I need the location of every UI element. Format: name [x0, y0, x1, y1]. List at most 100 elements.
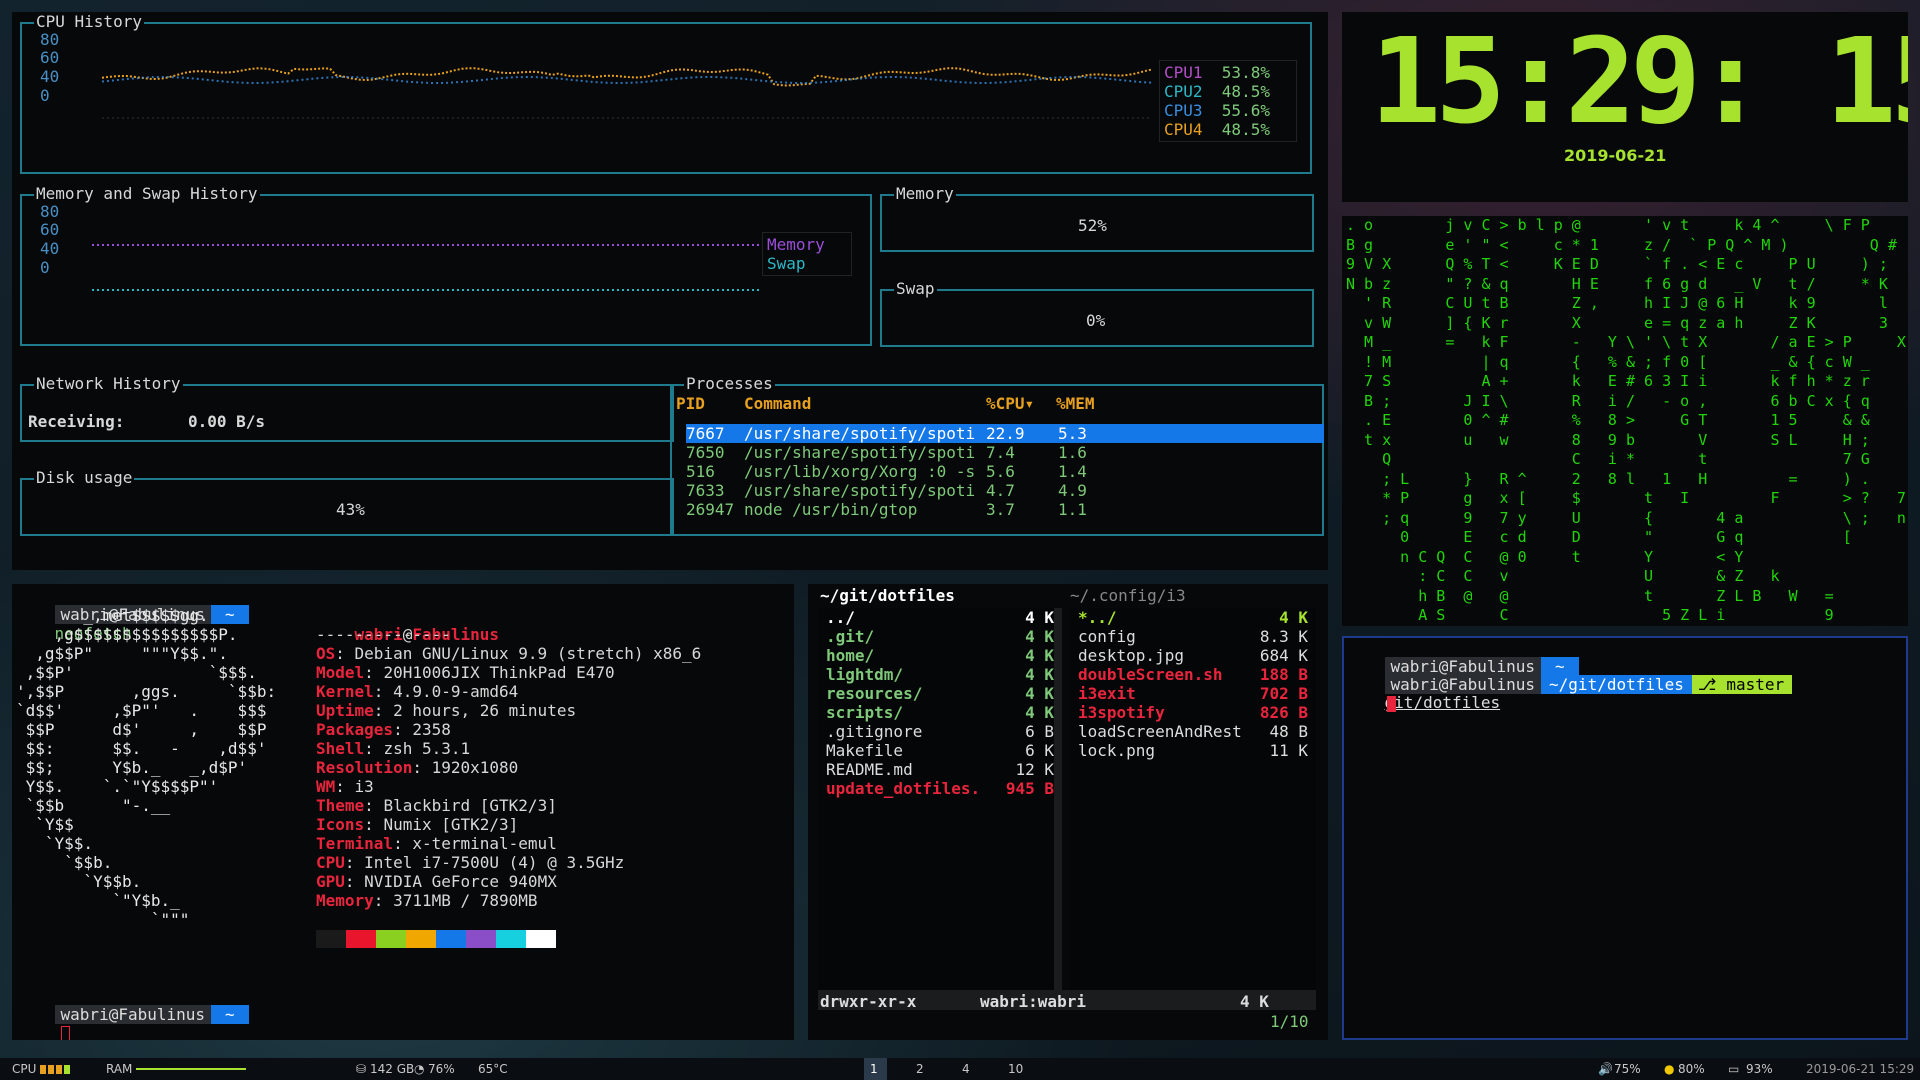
info-colon: :: [373, 891, 394, 910]
process-row[interactable]: 516/usr/lib/xorg/Xorg :0 -s 5.6 1.4: [686, 462, 1324, 481]
process-row[interactable]: 26947 node /usr/bin/gtop 3.7 1.1: [686, 500, 1324, 519]
process-mem: 5.3: [1058, 424, 1087, 443]
file-size: 6 B: [1025, 722, 1054, 741]
process-row[interactable]: 7667/usr/share/spotify/spoti 22.9 5.3: [686, 424, 1324, 443]
process-command: node /usr/bin/gtop: [744, 500, 918, 519]
info-key: Terminal: [316, 834, 394, 853]
cpu-legend-item: CPU2 48.5%: [1164, 82, 1292, 101]
process-cpu: 5.6: [986, 462, 1015, 481]
neofetch-terminal[interactable]: wabri@Fabulinus ~ neofetch _,met$$$$$gg. …: [12, 584, 794, 1040]
process-row[interactable]: 7650/usr/share/spotify/spoti 7.4 1.6: [686, 443, 1324, 462]
palette-swatch: [316, 930, 346, 948]
file-name: doubleScreen.sh: [1078, 665, 1223, 684]
neofetch-info-row: Theme: Blackbird [GTK2/3]: [316, 796, 701, 815]
info-value: 2358: [412, 720, 451, 739]
workspace-button[interactable]: 10 ⊖: [1002, 1058, 1029, 1080]
process-pid: 7667: [686, 424, 725, 443]
file-size: 4 K: [1025, 684, 1054, 703]
process-row[interactable]: 7633/usr/share/spotify/spoti 4.7 4.9: [686, 481, 1324, 500]
file-name: .git/: [826, 627, 875, 646]
process-cpu: 4.7: [986, 481, 1015, 500]
cpu-bars: [40, 1065, 70, 1074]
info-colon: :: [373, 682, 394, 701]
info-value: i3: [354, 777, 374, 796]
col-mem-header[interactable]: %MEM: [1056, 394, 1095, 413]
memory-legend-item: Memory: [767, 235, 825, 254]
ranger-owner: wabri:wabri: [980, 992, 1086, 1011]
info-key: Uptime: [316, 701, 374, 720]
info-colon: :: [364, 739, 384, 758]
ranger-left-path: ~/git/dotfiles: [820, 586, 955, 605]
palette-swatch: [466, 930, 496, 948]
file-size: 702 B: [1259, 684, 1308, 703]
info-value: NVIDIA GeForce 940MX: [364, 872, 557, 891]
file-name: ../: [826, 608, 855, 627]
bar-volume[interactable]: 75%: [1614, 1062, 1641, 1076]
ranger-file-manager[interactable]: ~/git/dotfiles ~/.config/i3 ../ 4 K .git/4…: [808, 584, 1328, 1040]
memory-swap-graph: [92, 244, 762, 291]
neofetch-info-row: Icons: Numix [GTK2/3]: [316, 815, 701, 834]
palette-swatch: [436, 930, 466, 948]
processes-panel: Processes PID Command %CPU▾ %MEM 7667/us…: [670, 375, 1324, 536]
palette-swatch: [496, 930, 526, 948]
bar-battery: 93%: [1746, 1062, 1773, 1076]
swap-panel-title: Swap: [894, 279, 937, 298]
y-tick-label: 0: [40, 86, 50, 105]
process-command: /usr/lib/xorg/Xorg :0 -s: [744, 462, 976, 481]
gtop-window[interactable]: CPU History 80 60 40 0 CPU1 53.8% CPU2 48.5%…: [12, 12, 1328, 570]
battery-icon: ▭: [1728, 1062, 1740, 1076]
process-command: /usr/share/spotify/spoti: [744, 481, 976, 500]
file-name: README.md: [826, 760, 913, 779]
info-value: zsh 5.3.1: [383, 739, 471, 758]
prompt-dir: ~/git/dotfiles: [1541, 675, 1692, 694]
neofetch-info-row: CPU: Intel i7-7500U (4) @ 3.5GHz: [316, 853, 701, 872]
file-name: resources/: [826, 684, 923, 703]
file-size: 4 K: [1025, 646, 1054, 665]
volume-icon[interactable]: 🔊: [1598, 1062, 1613, 1076]
workspace-button[interactable]: 4 ⁝: [956, 1058, 976, 1080]
info-value: Numix [GTK2/3]: [383, 815, 519, 834]
info-value: 3711MB / 7890MB: [393, 891, 538, 910]
file-size: 48 B: [1269, 722, 1308, 741]
cpu-history-graph: [101, 67, 1153, 119]
col-cpu-header[interactable]: %CPU▾: [986, 394, 1034, 413]
memory-panel: Memory 52%: [880, 185, 1314, 252]
cursor[interactable]: [1386, 695, 1396, 712]
neofetch-separator: --------------: [316, 625, 451, 644]
process-mem: 1.6: [1058, 443, 1087, 462]
cmatrix-window: . o j v C > b l p @ ' v t k 4 ^ \ F P G …: [1342, 216, 1908, 626]
neofetch-info-row: WM: i3: [316, 777, 701, 796]
info-colon: :: [364, 663, 384, 682]
cursor[interactable]: [60, 1026, 70, 1040]
info-value: Debian GNU/Linux 9.9 (stretch) x86_6: [354, 644, 702, 663]
term-line-2: wabri@Fabulinus ~/git/dotfiles ⎇ master: [1346, 658, 1793, 730]
clock-date: 2019-06-21: [1564, 146, 1667, 165]
memory-legend-item: Swap: [767, 254, 806, 273]
file-size: 11 K: [1269, 741, 1308, 760]
cpu-legend-value: 48.5%: [1202, 82, 1270, 101]
info-key: Theme: [316, 796, 365, 815]
file-name: scripts/: [826, 703, 904, 722]
cpu-history-panel: CPU History 80 60 40 0 CPU1 53.8% CPU2 48.5%…: [20, 13, 1312, 174]
col-command-header[interactable]: Command: [744, 394, 811, 413]
ranger-right-path: ~/.config/i3: [1070, 586, 1186, 605]
col-pid-header[interactable]: PID: [676, 394, 705, 413]
bar-cpu-label: CPU: [12, 1062, 37, 1076]
info-value: 20H1006JIX ThinkPad E470: [383, 663, 615, 682]
workspace-button[interactable]: 1 ⚗: [864, 1058, 887, 1080]
y-tick-label: 60: [40, 220, 60, 239]
bar-datetime: 2019-06-21 15:29: [1806, 1062, 1915, 1076]
info-value: Blackbird [GTK2/3]: [383, 796, 557, 815]
disk-usage-panel: Disk usage 43%: [20, 469, 674, 536]
file-size: 6 K: [1025, 741, 1054, 760]
workspace-button[interactable]: 2 ◐: [910, 1058, 932, 1080]
process-cpu: 7.4: [986, 443, 1015, 462]
zsh-terminal[interactable]: wabri@Fabulinus~ cd git/dotfiles wabri@F…: [1342, 636, 1908, 1040]
file-name: lock.png: [1078, 741, 1156, 760]
prompt-dir: ~: [211, 1005, 249, 1024]
workspace-label: 10: [1008, 1062, 1024, 1076]
file-size: 188 B: [1259, 665, 1308, 684]
info-key: GPU: [316, 872, 345, 891]
cpu-legend-name: CPU4: [1164, 120, 1203, 139]
info-key: Model: [316, 663, 365, 682]
